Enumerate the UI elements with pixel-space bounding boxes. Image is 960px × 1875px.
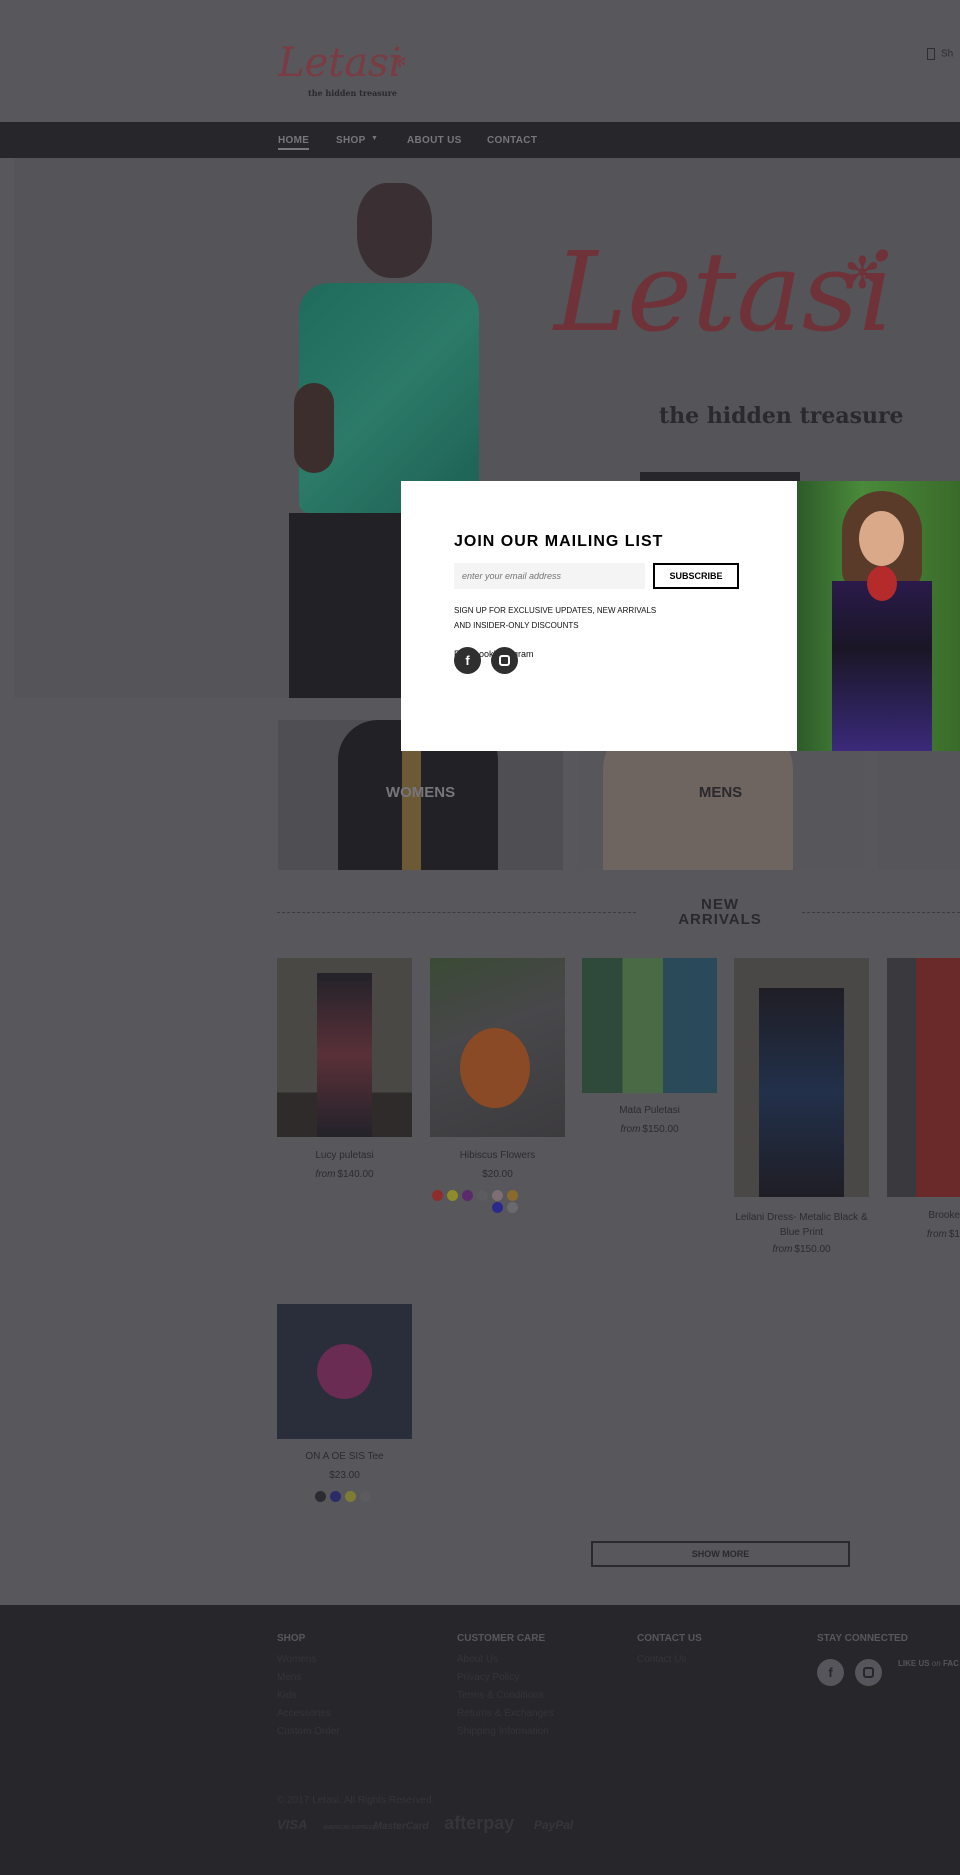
nav-shop[interactable]: SHOP	[336, 135, 366, 146]
product-image[interactable]	[430, 958, 565, 1137]
main-nav: HOME SHOP ▼ ABOUT US CONTACT	[0, 122, 960, 158]
email-input[interactable]	[454, 563, 645, 589]
color-swatch[interactable]	[462, 1190, 473, 1201]
footer-link[interactable]: Shipping Information	[457, 1726, 554, 1737]
product-name[interactable]: ON A OE SIS Tee	[277, 1451, 412, 1462]
footer-link[interactable]: About Us	[457, 1654, 554, 1665]
mastercard-icon: MasterCard	[373, 1821, 429, 1832]
desc-line: AND INSIDER-ONLY DISCOUNTS	[454, 621, 579, 630]
product-price: from $150.00	[620, 1124, 679, 1135]
section-title: NEW ARRIVALS	[660, 897, 780, 927]
footer-link[interactable]: Accessories	[277, 1708, 340, 1719]
product-price: $20.00	[482, 1169, 513, 1180]
color-swatch[interactable]	[315, 1491, 326, 1502]
footer-link[interactable]: Womens	[277, 1654, 340, 1665]
footer-heading: STAY CONNECTED	[817, 1633, 908, 1644]
color-swatch[interactable]	[477, 1190, 488, 1201]
title-line: ARRIVALS	[678, 911, 762, 928]
facebook-icon[interactable]: f	[817, 1659, 844, 1686]
visa-icon: VISA	[277, 1817, 308, 1832]
nav-about[interactable]: ABOUT US	[407, 135, 462, 146]
footer-link[interactable]: Custom Order	[277, 1726, 340, 1737]
popup-description: SIGN UP FOR EXCLUSIVE UPDATES, NEW ARRIV…	[454, 603, 656, 633]
title-line: NEW	[701, 896, 739, 913]
show-more-button[interactable]: SHOW MORE	[591, 1541, 850, 1567]
flower-icon: ✻	[844, 249, 881, 298]
product-price: $23.00	[329, 1470, 360, 1481]
cart-link[interactable]: Sh	[927, 48, 953, 60]
hero-logo-text: Letasi	[554, 228, 894, 356]
divider	[277, 912, 636, 913]
amex-icon: AMERICAN EXPRESS	[322, 1825, 375, 1831]
footer-heading: CONTACT US	[637, 1633, 702, 1644]
product-image[interactable]	[887, 958, 960, 1197]
color-swatch[interactable]	[507, 1190, 518, 1201]
footer-link[interactable]: Contact Us	[637, 1654, 702, 1665]
category-label: MENS	[698, 784, 743, 801]
color-swatch[interactable]	[447, 1190, 458, 1201]
footer-care: CUSTOMER CARE About Us Privacy Policy Term…	[457, 1633, 554, 1744]
color-swatch[interactable]	[360, 1491, 371, 1502]
logo[interactable]: Letasi ✻ the hidden treasure	[278, 40, 413, 105]
logo-tagline: the hidden treasure	[308, 88, 397, 98]
footer-heading: SHOP	[277, 1633, 306, 1644]
product-name[interactable]: Brooke	[887, 1210, 960, 1221]
cart-label: Sh	[941, 48, 954, 60]
popup-title: JOIN OUR MAILING LIST	[454, 533, 664, 550]
instagram-icon[interactable]	[491, 647, 518, 674]
mailing-list-popup: JOIN OUR MAILING LIST SUBSCRIBE SIGN UP …	[401, 481, 960, 751]
product-image[interactable]	[582, 958, 717, 1093]
footer-link[interactable]: Kids	[277, 1690, 340, 1701]
product-price: from $140.00	[315, 1169, 374, 1180]
product-price: from $1	[926, 1229, 960, 1240]
footer-shop: SHOP Womens Mens Kids Accessories Custom Ord…	[277, 1633, 340, 1744]
subscribe-button[interactable]: SUBSCRIBE	[653, 563, 739, 589]
product-image[interactable]	[277, 958, 412, 1137]
facebook-icon[interactable]: f	[454, 647, 481, 674]
popup-image	[797, 481, 960, 751]
chevron-down-icon: ▼	[371, 135, 378, 142]
nav-contact[interactable]: CONTACT	[487, 135, 537, 146]
footer-contact: CONTACT US Contact Us	[637, 1633, 702, 1672]
footer-link[interactable]: Privacy Policy	[457, 1672, 554, 1683]
like-us-facebook-link[interactable]: LIKE US on FAC	[898, 1659, 959, 1668]
nav-home[interactable]: HOME	[278, 135, 310, 150]
color-swatch[interactable]	[330, 1491, 341, 1502]
footer-link[interactable]: Mens	[277, 1672, 340, 1683]
logo-text: Letasi	[278, 40, 402, 86]
color-swatch[interactable]	[345, 1491, 356, 1502]
instagram-icon[interactable]	[855, 1659, 882, 1686]
bag-icon	[927, 48, 935, 60]
footer-link[interactable]: Returns & Exchanges	[457, 1708, 554, 1719]
color-swatch[interactable]	[492, 1190, 503, 1201]
paypal-icon: PayPal	[533, 1818, 574, 1832]
color-swatch[interactable]	[432, 1190, 443, 1201]
footer-heading: CUSTOMER CARE	[457, 1633, 546, 1644]
payment-icons: VISA AMERICAN EXPRESS MasterCard afterpa…	[277, 1813, 573, 1834]
category-label: WOMENS	[385, 784, 456, 801]
product-name[interactable]: Leilani Dress- Metalic Black & Blue Prin…	[734, 1210, 869, 1240]
afterpay-icon: afterpay	[444, 1813, 515, 1833]
product-image[interactable]	[734, 958, 869, 1197]
divider	[802, 912, 960, 913]
footer: SHOP Womens Mens Kids Accessories Custom Ord…	[0, 1605, 960, 1875]
product-image[interactable]	[277, 1304, 412, 1439]
product-name[interactable]: Mata Puletasi	[582, 1105, 717, 1116]
copyright: © 2017 Letasi. All Rights Reserved.	[277, 1795, 435, 1806]
footer-link[interactable]: Terms & Conditions	[457, 1690, 554, 1701]
flower-icon: ✻	[393, 54, 407, 71]
product-name[interactable]: Lucy puletasi	[277, 1150, 412, 1161]
desc-line: SIGN UP FOR EXCLUSIVE UPDATES, NEW ARRIV…	[454, 606, 657, 615]
hero-logo-tagline: the hidden treasure	[659, 403, 904, 429]
product-name[interactable]: Hibiscus Flowers	[430, 1150, 565, 1161]
footer-connect: STAY CONNECTED f LIKE US on FAC	[817, 1633, 960, 1686]
color-swatch[interactable]	[492, 1202, 503, 1213]
product-price: from $150.00	[772, 1244, 831, 1255]
color-swatch[interactable]	[507, 1202, 518, 1213]
